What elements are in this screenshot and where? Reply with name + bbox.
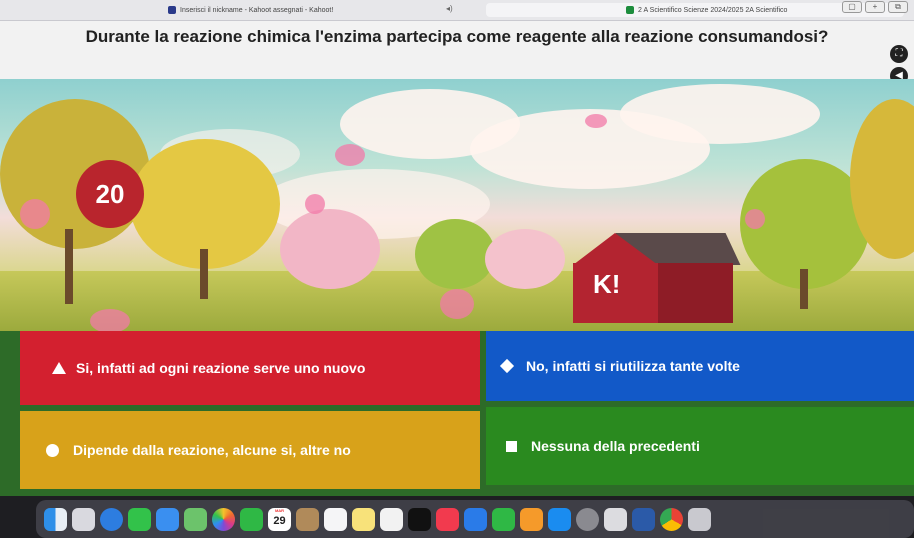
- answer-triangle-button[interactable]: Si, infatti ad ogni reazione serve uno n…: [20, 331, 480, 405]
- petal: [745, 209, 765, 229]
- tree: [415, 219, 495, 289]
- sidebar-toggle-icon[interactable]: ▢: [842, 1, 862, 13]
- barn-logo: K!: [593, 269, 621, 299]
- launchpad-icon[interactable]: [72, 507, 95, 531]
- tree: [280, 209, 380, 289]
- freeform-icon[interactable]: [380, 507, 403, 531]
- petal: [90, 309, 130, 331]
- fullscreen-icon[interactable]: ⛶: [890, 45, 908, 63]
- word-icon[interactable]: [632, 507, 655, 531]
- petal: [20, 199, 50, 229]
- calendar-icon[interactable]: MAR 29: [268, 507, 291, 531]
- app-store-icon[interactable]: [548, 507, 571, 531]
- tree: [485, 229, 565, 289]
- diamond-icon: [499, 358, 515, 374]
- classroom-favicon-icon: [626, 6, 634, 14]
- answer-circle-button[interactable]: Dipende dalla reazione, alcune si, altre…: [20, 411, 480, 489]
- petal: [585, 114, 607, 128]
- countdown-timer: 20: [76, 160, 144, 228]
- messages-icon[interactable]: [128, 507, 151, 531]
- petal: [305, 194, 325, 214]
- answer-square-button[interactable]: Nessuna della precedenti: [486, 407, 914, 485]
- circle-icon: [46, 443, 59, 457]
- petal: [440, 289, 474, 319]
- calendar-month: MAR: [274, 507, 285, 513]
- square-icon: [506, 440, 517, 452]
- new-tab-icon[interactable]: +: [865, 1, 885, 13]
- facetime-icon[interactable]: [240, 507, 263, 531]
- barn-side: [658, 263, 733, 323]
- question-text: Durante la reazione chimica l'enzima par…: [85, 27, 829, 46]
- photos-icon[interactable]: [212, 507, 235, 531]
- barn: K!: [573, 233, 741, 323]
- barn-gable: [573, 233, 658, 265]
- speaker-icon[interactable]: ◂): [446, 4, 453, 13]
- petal: [335, 144, 365, 166]
- preview-icon[interactable]: [604, 507, 627, 531]
- tree-trunk: [65, 229, 73, 304]
- keynote-icon[interactable]: [464, 507, 487, 531]
- browser-tab-kahoot[interactable]: Inserisci il nickname - Kahoot assegnati…: [168, 3, 333, 17]
- maps-icon[interactable]: [184, 507, 207, 531]
- tv-icon[interactable]: [408, 507, 431, 531]
- browser-tab-bar: Inserisci il nickname - Kahoot assegnati…: [0, 0, 914, 21]
- safari-icon[interactable]: [100, 507, 123, 531]
- answer-label: No, infatti si riutilizza tante volte: [526, 358, 740, 374]
- notes-icon[interactable]: [352, 507, 375, 531]
- answer-grid: Si, infatti ad ogni reazione serve uno n…: [0, 331, 914, 496]
- pages-icon[interactable]: [520, 507, 543, 531]
- chrome-icon[interactable]: [660, 507, 683, 531]
- answer-label: Nessuna della precedenti: [531, 438, 700, 454]
- reminders-icon[interactable]: [324, 507, 347, 531]
- dock: MAR 29: [36, 500, 914, 538]
- finder-icon[interactable]: [44, 507, 67, 531]
- screen: Inserisci il nickname - Kahoot assegnati…: [0, 0, 914, 538]
- calendar-day: 29: [273, 514, 286, 527]
- tab-title: Inserisci il nickname - Kahoot assegnati…: [180, 6, 334, 14]
- tab-title: 2 A Scientifico Scienze 2024/2025 2A Sci…: [638, 6, 788, 14]
- mail-icon[interactable]: [156, 507, 179, 531]
- tab-overview-icon[interactable]: ⧉: [888, 1, 908, 13]
- numbers-icon[interactable]: [492, 507, 515, 531]
- trash-icon[interactable]: [688, 507, 711, 531]
- triangle-icon: [52, 362, 66, 374]
- cloud: [620, 84, 820, 144]
- window-controls: ▢ + ⧉: [842, 1, 908, 13]
- system-settings-icon[interactable]: [576, 507, 599, 531]
- music-icon[interactable]: [436, 507, 459, 531]
- tree-trunk: [200, 249, 208, 299]
- kahoot-favicon-icon: [168, 6, 176, 14]
- answer-label: Si, infatti ad ogni reazione serve uno n…: [76, 360, 366, 376]
- answer-label: Dipende dalla reazione, alcune si, altre…: [73, 442, 351, 458]
- contacts-icon[interactable]: [296, 507, 319, 531]
- tree-trunk: [800, 269, 808, 309]
- answer-diamond-button[interactable]: No, infatti si riutilizza tante volte: [486, 331, 914, 401]
